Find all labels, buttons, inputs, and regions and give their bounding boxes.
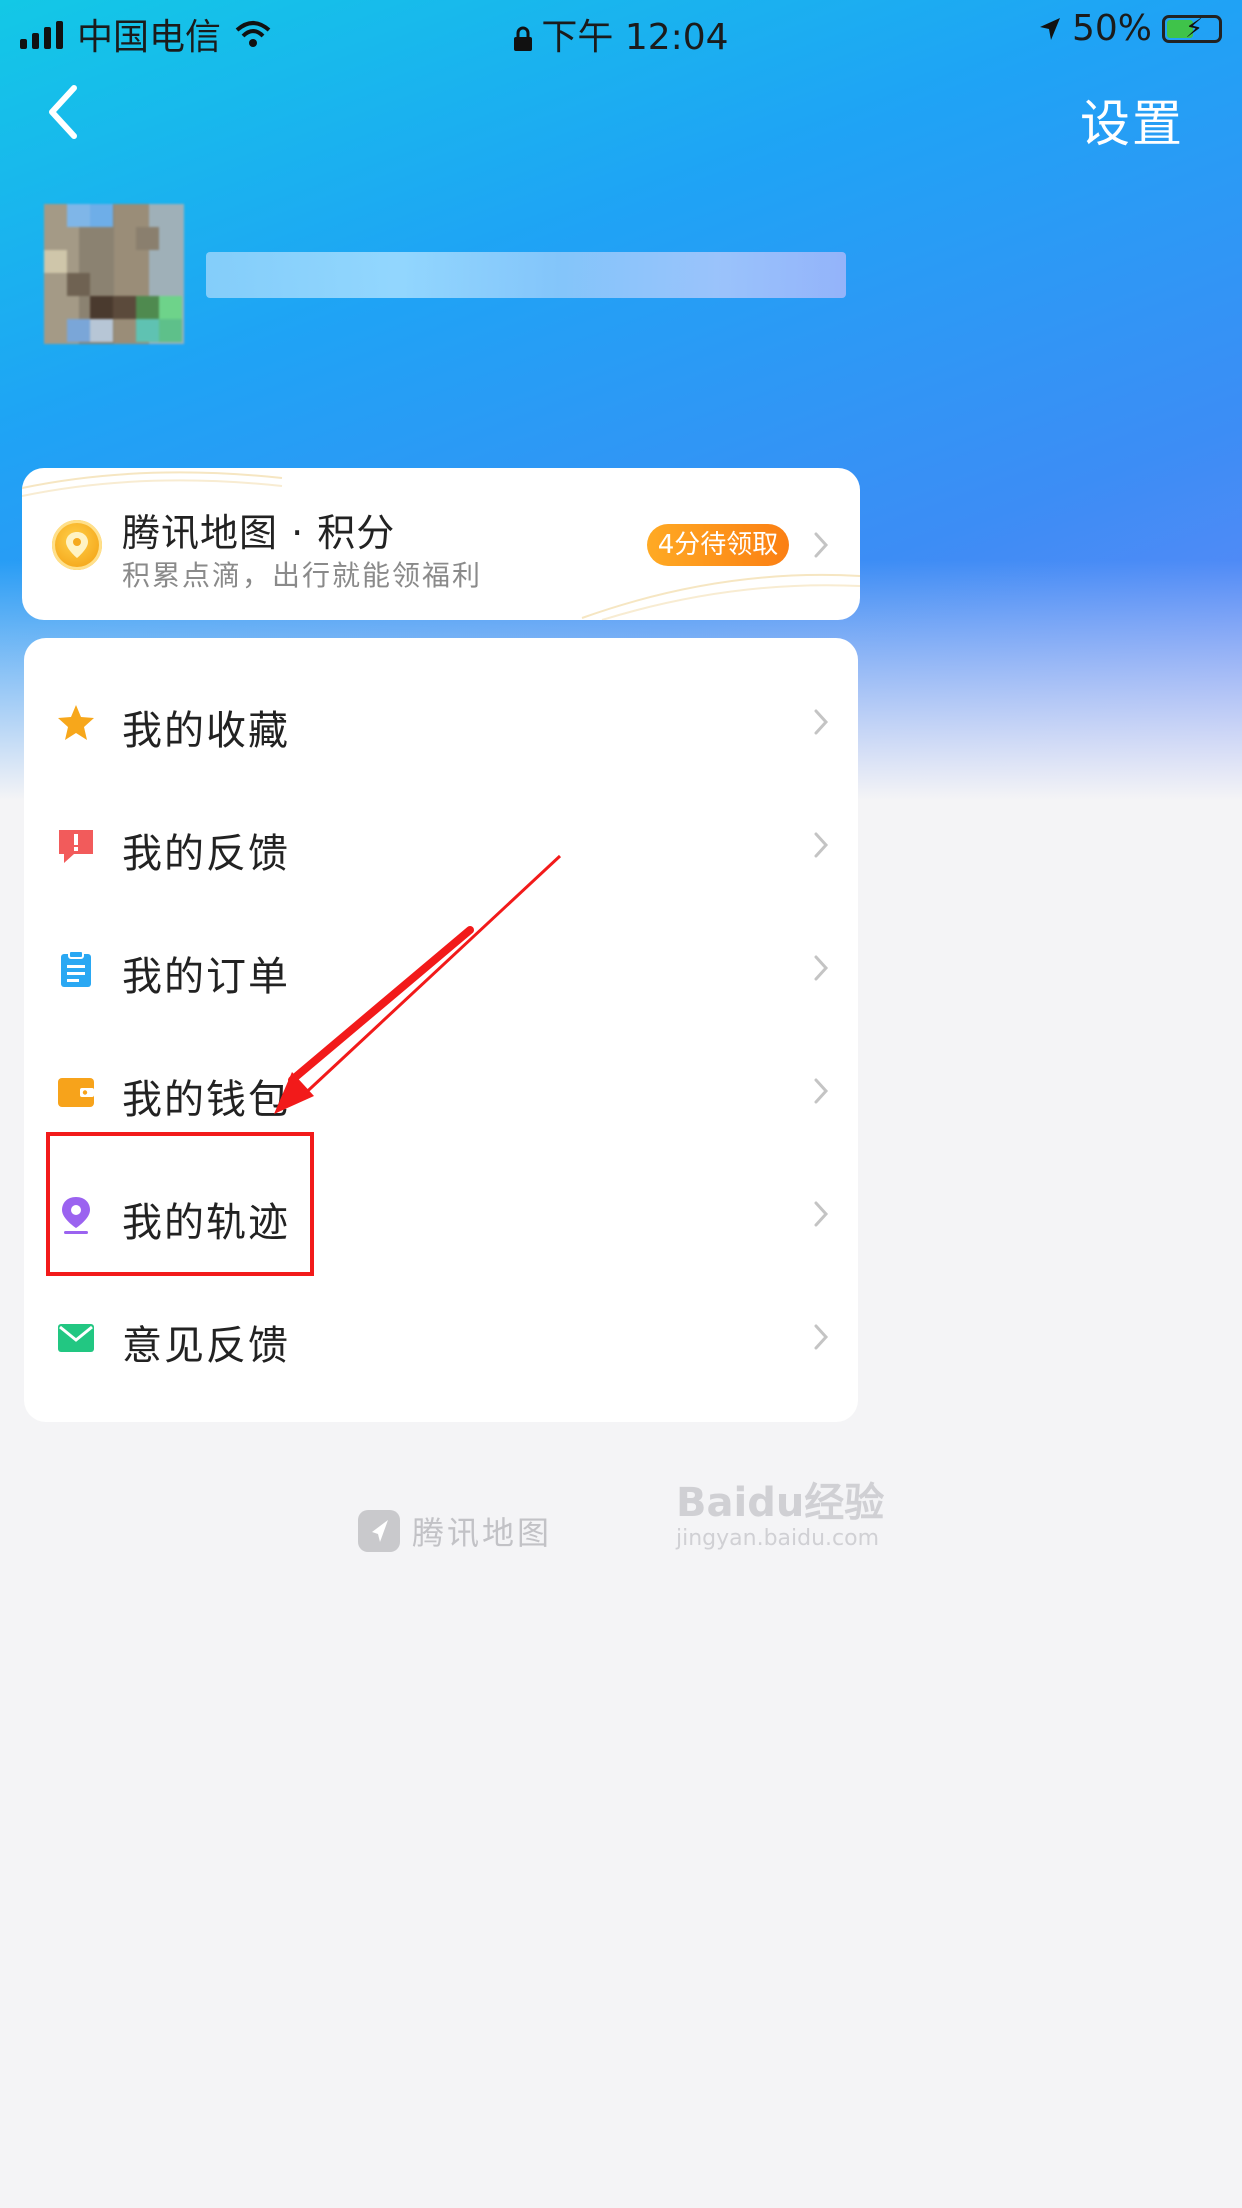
baidu-watermark: Baidu经验 jingyan.baidu.com bbox=[676, 1470, 884, 1551]
wallet-icon bbox=[58, 1078, 94, 1107]
status-bar: 中国电信 下午 12:04 50% ⚡ bbox=[0, 0, 1242, 64]
pending-points-badge[interactable]: 4分待领取 bbox=[647, 524, 789, 566]
tencent-map-logo-icon bbox=[358, 1510, 400, 1552]
user-name-blurred[interactable] bbox=[206, 252, 846, 298]
back-button[interactable] bbox=[44, 82, 104, 152]
points-coin-icon bbox=[52, 520, 102, 570]
points-subtitle: 积累点滴，出行就能领福利 bbox=[122, 559, 483, 592]
points-title: 腾讯地图 · 积分 bbox=[122, 511, 396, 555]
chevron-right-icon bbox=[814, 1078, 829, 1104]
highlight-box bbox=[46, 1132, 314, 1276]
menu-label-orders: 我的订单 bbox=[122, 954, 290, 1000]
mail-icon bbox=[58, 1324, 94, 1352]
settings-button[interactable]: 设置 bbox=[1080, 84, 1184, 156]
chevron-right-icon bbox=[814, 1201, 829, 1227]
chevron-right-icon bbox=[814, 832, 829, 858]
footer-brand: 腾讯地图 bbox=[412, 1514, 553, 1552]
star-icon bbox=[58, 705, 94, 740]
menu-item-favorites[interactable]: 我的收藏 bbox=[24, 660, 858, 783]
red-arrow-annotation bbox=[274, 854, 562, 1114]
menu-item-suggestions[interactable]: 意见反馈 bbox=[24, 1275, 858, 1398]
menu-label-wallet: 我的钱包 bbox=[122, 1077, 290, 1123]
watermark-title: Baidu经验 bbox=[676, 1480, 885, 1526]
points-card[interactable]: 腾讯地图 · 积分 积累点滴，出行就能领福利 4分待领取 bbox=[22, 468, 860, 620]
chevron-right-icon bbox=[814, 709, 829, 735]
chevron-right-icon bbox=[814, 955, 829, 981]
lock-icon bbox=[514, 26, 533, 51]
chevron-right-icon bbox=[814, 1324, 829, 1350]
footer-logo: 腾讯地图 bbox=[358, 1508, 552, 1554]
battery-percent: 50% bbox=[1071, 8, 1152, 49]
menu-label-favorites: 我的收藏 bbox=[122, 708, 290, 754]
chevron-left-icon bbox=[49, 85, 77, 139]
status-time: 下午 12:04 bbox=[541, 17, 729, 58]
order-clipboard-icon bbox=[61, 950, 91, 987]
location-arrow-icon bbox=[1039, 17, 1060, 40]
chevron-right-icon bbox=[814, 532, 829, 558]
menu-label-my-feedback: 我的反馈 bbox=[122, 831, 290, 877]
feedback-alert-icon bbox=[59, 830, 93, 863]
watermark-url: jingyan.baidu.com bbox=[676, 1526, 880, 1551]
menu-label-suggestions: 意见反馈 bbox=[122, 1323, 290, 1369]
avatar[interactable] bbox=[44, 204, 184, 344]
battery-icon: ⚡ bbox=[1162, 14, 1222, 44]
